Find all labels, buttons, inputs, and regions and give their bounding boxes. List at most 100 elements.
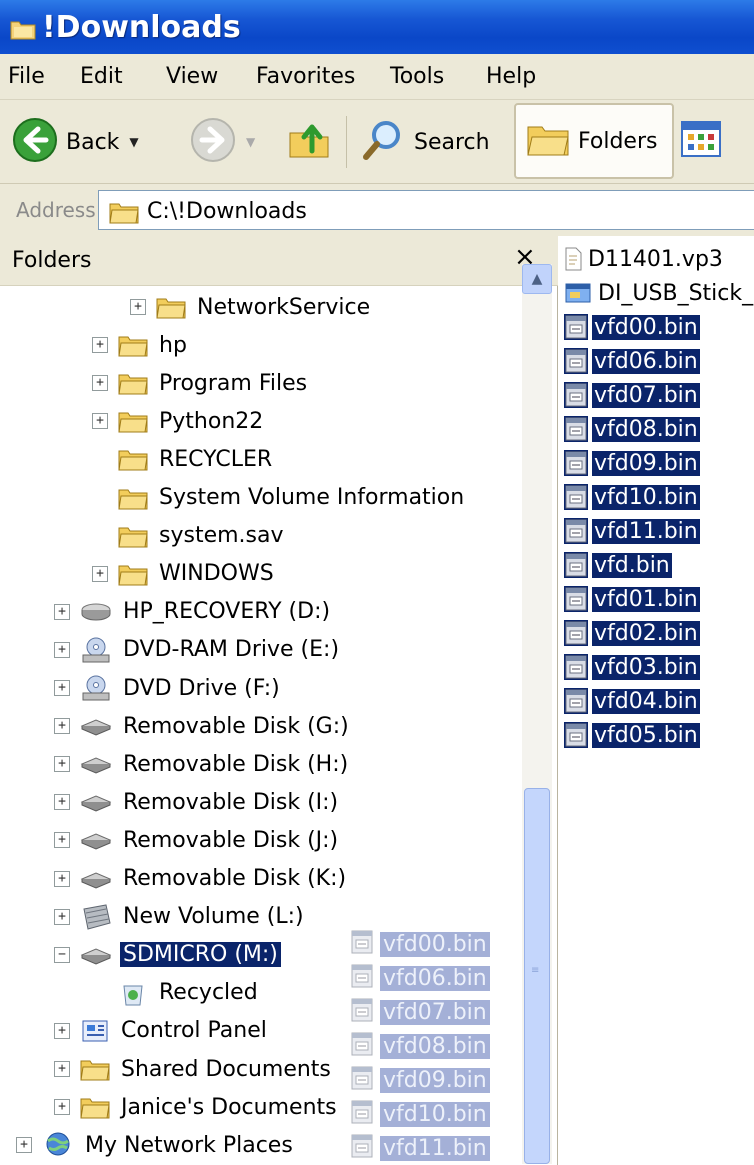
expand-icon[interactable]: +: [54, 718, 70, 735]
network-places-icon: [42, 1131, 74, 1159]
recycle-bin-icon: [118, 979, 148, 1007]
folders-button[interactable]: Folders: [514, 103, 674, 179]
file-item[interactable]: DI_USB_Stick_: [564, 276, 754, 310]
back-dropdown-icon[interactable]: ▼: [129, 135, 138, 149]
views-button[interactable]: [680, 116, 724, 166]
tree-item[interactable]: + Janice's Documents: [54, 1088, 340, 1126]
menu-favorites[interactable]: Favorites: [256, 64, 355, 89]
tree-item[interactable]: + Removable Disk (I:): [54, 783, 341, 821]
back-button[interactable]: Back ▼: [12, 110, 139, 174]
drag-ghost-label: vfd08.bin: [380, 1033, 490, 1059]
forward-dropdown-icon[interactable]: ▼: [246, 135, 255, 149]
installer-icon: [564, 280, 592, 306]
file-item[interactable]: vfd01.bin: [564, 582, 700, 616]
scroll-thumb[interactable]: ≡: [524, 788, 550, 1164]
expand-icon[interactable]: +: [54, 870, 70, 887]
expand-icon[interactable]: +: [54, 1022, 70, 1039]
window-title: !Downloads: [42, 10, 241, 45]
title-bar[interactable]: !Downloads: [0, 0, 754, 54]
search-button[interactable]: Search: [360, 110, 490, 174]
tree-item-label: RECYCLER: [159, 446, 273, 472]
expand-icon[interactable]: +: [92, 413, 108, 430]
file-name: vfd.bin: [592, 552, 672, 578]
expand-icon[interactable]: +: [54, 794, 70, 811]
tree-item[interactable]: System Volume Information: [92, 479, 467, 517]
expand-icon[interactable]: +: [92, 565, 108, 582]
tree-item[interactable]: + Python22: [92, 402, 266, 440]
menu-help[interactable]: Help: [486, 64, 536, 89]
tree-item[interactable]: + hp: [92, 326, 190, 364]
menu-tools[interactable]: Tools: [390, 64, 444, 89]
expand-icon[interactable]: +: [92, 375, 108, 392]
tree-item[interactable]: + Program Files: [92, 364, 310, 402]
tree-item-label: Python22: [159, 408, 264, 434]
file-name: vfd09.bin: [592, 450, 700, 476]
folder-window-icon: [10, 18, 36, 40]
folders-scrollbar[interactable]: ▲ ≡: [522, 264, 552, 1164]
bin-file-icon: [350, 929, 374, 959]
tree-item[interactable]: + DVD Drive (F:): [54, 669, 283, 707]
file-item[interactable]: vfd11.bin: [564, 514, 700, 548]
up-folder-button[interactable]: [286, 110, 332, 174]
tree-item[interactable]: + DVD-RAM Drive (E:): [54, 631, 342, 669]
tree-item[interactable]: + My Network Places: [16, 1126, 296, 1164]
collapse-icon[interactable]: −: [54, 946, 70, 963]
expand-icon[interactable]: +: [54, 1061, 70, 1077]
address-field[interactable]: C:\!Downloads: [98, 190, 754, 230]
expand-icon[interactable]: +: [130, 299, 146, 315]
expand-icon[interactable]: +: [54, 832, 70, 849]
tree-item-label: Removable Disk (H:): [123, 751, 349, 777]
expand-icon[interactable]: +: [54, 603, 70, 620]
file-item[interactable]: vfd06.bin: [564, 344, 700, 378]
expand-icon[interactable]: +: [54, 756, 70, 773]
tree-item[interactable]: system.sav: [92, 517, 287, 555]
hard-drive-icon: [80, 601, 112, 623]
file-item[interactable]: vfd08.bin: [564, 412, 700, 446]
file-item[interactable]: vfd02.bin: [564, 616, 700, 650]
tree-item[interactable]: + Removable Disk (G:): [54, 707, 352, 745]
expand-icon[interactable]: +: [16, 1137, 32, 1154]
expand-icon[interactable]: +: [54, 680, 70, 696]
tree-item[interactable]: + NetworkService: [130, 288, 373, 326]
toolbar-separator: [346, 116, 347, 168]
menu-view[interactable]: View: [166, 64, 218, 89]
tree-item[interactable]: + Removable Disk (H:): [54, 745, 351, 783]
tree-item[interactable]: RECYCLER: [92, 440, 275, 478]
tree-item-label: Removable Disk (J:): [123, 827, 339, 853]
dvd-drive-icon: [80, 636, 112, 664]
file-name: vfd08.bin: [592, 416, 700, 442]
file-item[interactable]: vfd.bin: [564, 548, 672, 582]
file-item[interactable]: vfd10.bin: [564, 480, 700, 514]
tree-item[interactable]: + New Volume (L:): [54, 898, 307, 936]
control-panel-icon: [80, 1017, 110, 1045]
tree-item[interactable]: + HP_RECOVERY (D:): [54, 593, 333, 631]
file-item[interactable]: vfd07.bin: [564, 378, 700, 412]
file-name: vfd06.bin: [592, 348, 700, 374]
tree-item[interactable]: + Control Panel: [54, 1012, 270, 1050]
bin-file-icon: [564, 416, 588, 442]
expand-icon[interactable]: +: [54, 1099, 70, 1116]
tree-item[interactable]: + Shared Documents: [54, 1050, 334, 1088]
forward-button[interactable]: ▼: [190, 110, 255, 174]
tree-item[interactable]: + Removable Disk (J:): [54, 821, 341, 859]
file-item[interactable]: vfd03.bin: [564, 650, 700, 684]
menu-edit[interactable]: Edit: [80, 64, 123, 89]
file-item[interactable]: D11401.vp3: [564, 242, 725, 276]
file-item[interactable]: vfd00.bin: [564, 310, 700, 344]
tree-item[interactable]: − SDMICRO (M:): [54, 936, 281, 974]
file-item[interactable]: vfd09.bin: [564, 446, 700, 480]
tree-item[interactable]: Recycled: [92, 974, 261, 1012]
expand-icon[interactable]: +: [92, 337, 108, 354]
tree-item[interactable]: + Removable Disk (K:): [54, 860, 349, 898]
back-label: Back: [66, 129, 120, 155]
tree-item[interactable]: + WINDOWS: [92, 555, 277, 593]
file-item[interactable]: vfd04.bin: [564, 684, 700, 718]
menu-file[interactable]: File: [8, 64, 45, 89]
bin-file-icon: [564, 620, 588, 646]
expand-icon[interactable]: +: [54, 908, 70, 925]
drag-ghost-label: vfd10.bin: [380, 1101, 490, 1127]
expand-icon[interactable]: +: [54, 641, 70, 658]
bin-file-icon: [350, 997, 374, 1027]
scroll-up-button[interactable]: ▲: [522, 264, 552, 294]
file-item[interactable]: vfd05.bin: [564, 718, 700, 752]
